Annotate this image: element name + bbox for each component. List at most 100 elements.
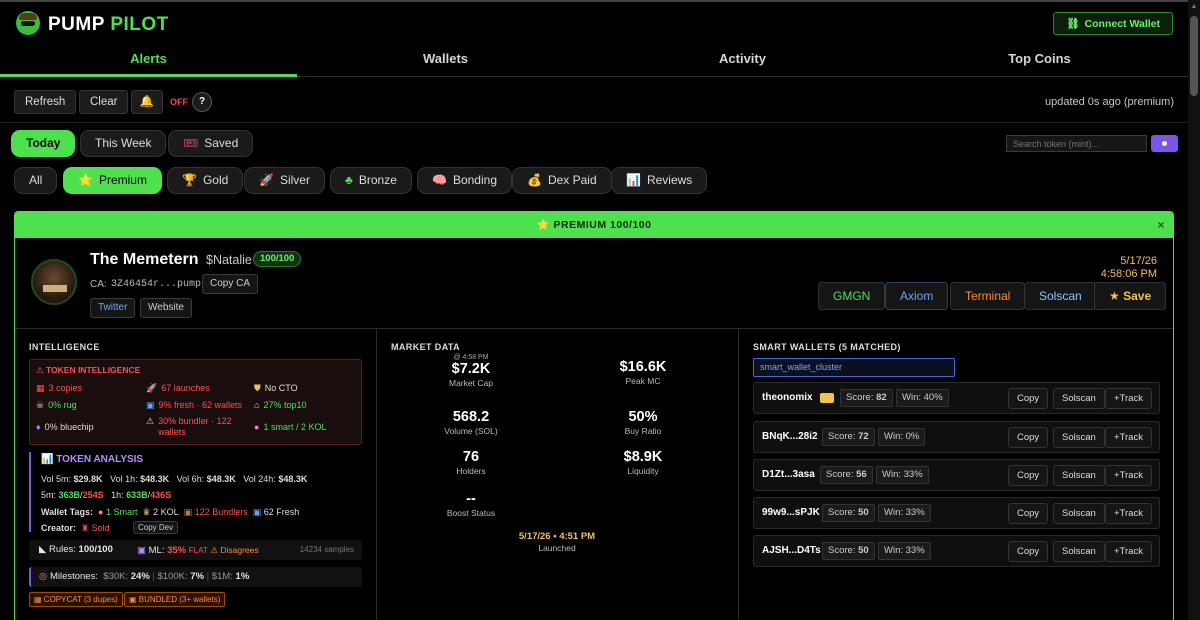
filter-bonding[interactable]: 🧠 Bonding bbox=[417, 167, 512, 194]
axiom-button[interactable]: Axiom bbox=[885, 282, 949, 310]
copy-ca-button[interactable]: Copy CA bbox=[202, 274, 259, 294]
column-divider bbox=[738, 328, 739, 620]
token-name: The Memetern bbox=[90, 251, 199, 268]
smart-wallets-title: SMART WALLETS (5 MATCHED) bbox=[753, 342, 901, 352]
close-icon[interactable]: × bbox=[1157, 212, 1165, 238]
wallet-row: BNqK...28i2 Score: 72 Win: 0% Copy Solsc… bbox=[753, 421, 1160, 453]
wallet-name[interactable]: BNqK...28i2 bbox=[762, 431, 818, 442]
scrollbar[interactable]: ▲ bbox=[1188, 0, 1200, 620]
intel-launches: 🚀 67 launches bbox=[146, 383, 210, 393]
bundled-tag: ▣ BUNDLED (3+ wallets) bbox=[124, 592, 226, 607]
wallet-name[interactable]: D1Zt...3asa bbox=[762, 469, 815, 480]
intelligence-title: INTELLIGENCE bbox=[29, 342, 100, 352]
logo-icon bbox=[16, 11, 40, 35]
period-saved[interactable]: 🎟 Saved bbox=[168, 130, 254, 157]
wallet-win: Win: 33% bbox=[878, 542, 931, 560]
filter-reviews[interactable]: 📊 Reviews bbox=[611, 167, 708, 194]
tab-alerts[interactable]: Alerts bbox=[0, 46, 297, 77]
terminal-button[interactable]: Terminal bbox=[950, 282, 1026, 310]
intel-copies: ▦ 3 copies bbox=[36, 383, 83, 393]
intel-smart-kol: ● 1 smart / 2 KOL bbox=[254, 422, 327, 432]
brain-icon: ● bbox=[98, 507, 104, 517]
alert-timestamp: 5/17/26 4:58:06 PM bbox=[1100, 255, 1157, 280]
scrollbar-thumb[interactable] bbox=[1190, 16, 1198, 96]
skull-icon: ☠ bbox=[36, 400, 45, 410]
filter-bronze[interactable]: ♣ Bronze bbox=[330, 167, 412, 194]
twitter-link[interactable]: Twitter bbox=[90, 298, 136, 318]
launched: 5/17/26 • 4:51 PM Launched bbox=[518, 531, 596, 553]
clear-button[interactable]: Clear bbox=[79, 90, 129, 114]
search-input[interactable] bbox=[1006, 135, 1147, 152]
wallet-row: D1Zt...3asa Score: 56 Win: 33% Copy Sols… bbox=[753, 459, 1160, 491]
track-wallet-button[interactable]: +Track bbox=[1105, 503, 1152, 524]
wallet-name[interactable]: theonomix bbox=[762, 392, 813, 403]
copy-dev-button[interactable]: Copy Dev bbox=[133, 521, 179, 534]
milestones-row: ◎ Milestones: $30K: 24% | $100K: 7% | $1… bbox=[29, 567, 362, 587]
copy-wallet-button[interactable]: Copy bbox=[1008, 541, 1049, 562]
search-button[interactable] bbox=[1151, 135, 1178, 152]
track-wallet-button[interactable]: +Track bbox=[1105, 388, 1152, 409]
cluster-filter-input[interactable]: smart_wallet_cluster bbox=[753, 358, 955, 377]
filter-premium[interactable]: ⭐ Premium bbox=[63, 167, 162, 194]
track-wallet-button[interactable]: +Track bbox=[1105, 427, 1152, 448]
solscan-wallet-button[interactable]: Solscan bbox=[1053, 541, 1105, 562]
solscan-wallet-button[interactable]: Solscan bbox=[1053, 465, 1105, 486]
period-today[interactable]: Today bbox=[11, 130, 76, 157]
filter-all[interactable]: All bbox=[14, 167, 58, 194]
trend-icon: ◣ bbox=[39, 544, 47, 555]
column-divider bbox=[376, 328, 377, 620]
target-icon: ◎ bbox=[39, 571, 48, 582]
gmgn-button[interactable]: GMGN bbox=[818, 282, 886, 310]
solscan-wallet-button[interactable]: Solscan bbox=[1053, 503, 1105, 524]
shield-icon: ⛊ bbox=[254, 383, 261, 393]
ml-group: ▣ ML: 35% FLAT ⚠ Disagrees bbox=[137, 545, 259, 556]
package-icon: ▣ bbox=[183, 507, 193, 517]
token-avatar bbox=[31, 259, 77, 305]
main-tabs: Alerts Wallets Activity Top Coins bbox=[0, 46, 1188, 77]
copy-wallet-button[interactable]: Copy bbox=[1008, 427, 1049, 448]
robot-icon: ▣ bbox=[137, 545, 146, 556]
save-button[interactable]: ★ Save bbox=[1094, 282, 1167, 310]
tab-top-coins[interactable]: Top Coins bbox=[891, 46, 1188, 76]
website-link[interactable]: Website bbox=[140, 298, 192, 318]
buy-ratio: 50% Buy Ratio bbox=[624, 409, 662, 436]
track-wallet-button[interactable]: +Track bbox=[1105, 541, 1152, 562]
wallet-name[interactable]: 99w9...sPJK bbox=[762, 507, 820, 518]
warning-icon: ⚠ bbox=[146, 416, 155, 426]
wallet-score: Score: 56 bbox=[820, 466, 873, 484]
help-button[interactable]: ? bbox=[192, 92, 212, 112]
refresh-button[interactable]: Refresh bbox=[14, 90, 77, 114]
tab-activity[interactable]: Activity bbox=[594, 46, 891, 76]
top-bar: PUMP PILOT ⛓ Connect Wallet bbox=[0, 0, 1200, 46]
scroll-up-icon[interactable]: ▲ bbox=[1190, 3, 1198, 11]
solscan-button[interactable]: Solscan bbox=[1024, 282, 1097, 310]
period-this-week[interactable]: This Week bbox=[80, 130, 167, 157]
boost-status: -- Boost Status bbox=[446, 491, 496, 518]
filter-gold[interactable]: 🏆 Gold bbox=[167, 167, 244, 194]
wallet-row: theonomix Score: 82 Win: 40% Copy Solsca… bbox=[753, 382, 1160, 414]
diamond-icon: ♦ bbox=[36, 422, 41, 432]
liquidity: $8.9K Liquidity bbox=[623, 449, 663, 476]
alert-card: ⭐ PREMIUM 100/100 × The Memetern $Natali… bbox=[14, 211, 1174, 620]
copy-wallet-button[interactable]: Copy bbox=[1008, 388, 1049, 409]
clover-icon: ♣ bbox=[345, 173, 353, 187]
copy-wallet-button[interactable]: Copy bbox=[1008, 465, 1049, 486]
track-wallet-button[interactable]: +Track bbox=[1105, 465, 1152, 486]
rocket-icon: 🚀 bbox=[146, 383, 158, 393]
solscan-wallet-button[interactable]: Solscan bbox=[1053, 388, 1105, 409]
copy-wallet-button[interactable]: Copy bbox=[1008, 503, 1049, 524]
wallet-score: Score: 50 bbox=[822, 504, 875, 522]
sound-toggle-button[interactable]: 🔔 bbox=[131, 90, 163, 114]
wallet-row: 99w9...sPJK Score: 50 Win: 33% Copy Sols… bbox=[753, 497, 1160, 529]
solscan-wallet-button[interactable]: Solscan bbox=[1053, 427, 1105, 448]
filter-dex-paid[interactable]: 💰 Dex Paid bbox=[512, 167, 612, 194]
wallet-win: Win: 40% bbox=[896, 389, 949, 407]
tab-wallets[interactable]: Wallets bbox=[297, 46, 594, 76]
card-banner: ⭐ PREMIUM 100/100 × bbox=[15, 212, 1173, 238]
token-analysis-title: 📊 TOKEN ANALYSIS bbox=[41, 454, 144, 465]
filter-silver[interactable]: 🚀 Silver bbox=[244, 167, 325, 194]
wallet-name[interactable]: AJSH...D4Ts bbox=[762, 545, 821, 556]
connect-wallet-button[interactable]: ⛓ Connect Wallet bbox=[1053, 12, 1173, 35]
crown-icon: ♛ bbox=[142, 507, 151, 517]
copycat-tag: ▦ COPYCAT (3 dupes) bbox=[29, 592, 123, 607]
